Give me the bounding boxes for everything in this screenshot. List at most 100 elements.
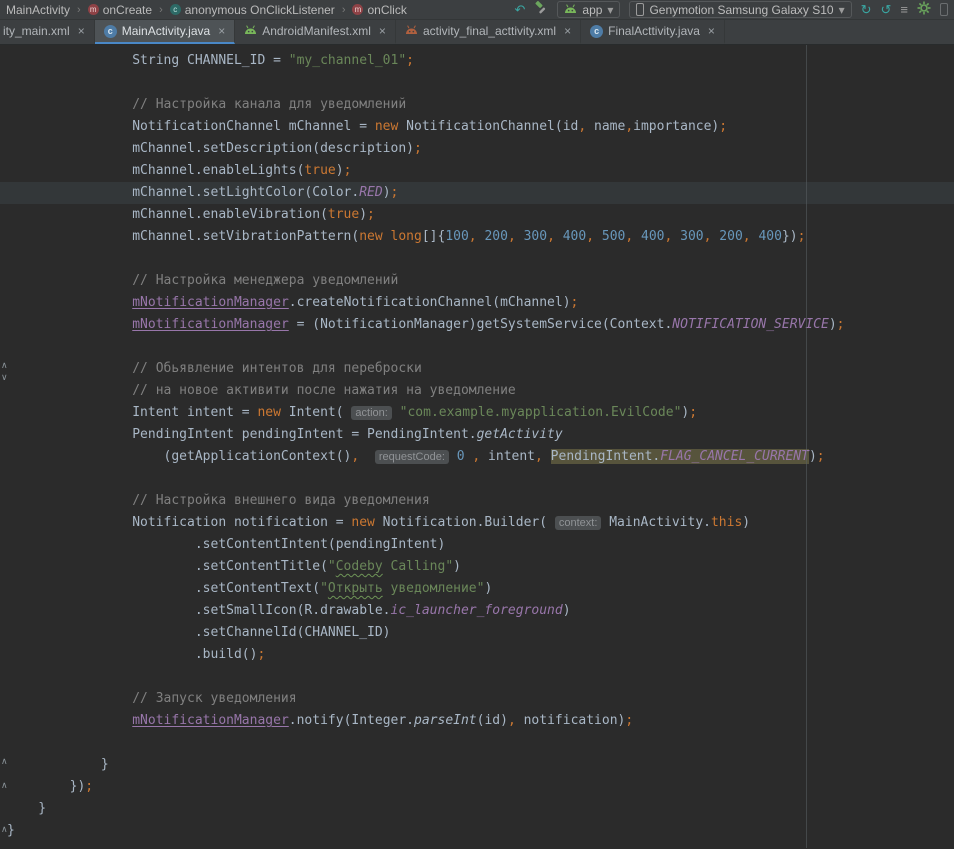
code-token: notification) (516, 713, 626, 728)
code-line[interactable]: // Настройка канала для уведомлений (0, 94, 954, 116)
run-configuration-select[interactable]: app ▾ (557, 1, 620, 18)
code-token: 100 (445, 229, 468, 244)
code-line[interactable]: mNotificationManager.notify(Integer.pars… (0, 710, 954, 732)
code-line[interactable]: mChannel.setDescription(description); (0, 138, 954, 160)
code-line[interactable]: // Настройка менеджера уведомлений (0, 270, 954, 292)
code-line[interactable]: } (0, 798, 954, 820)
code-line[interactable]: .setChannelId(CHANNEL_ID) (0, 622, 954, 644)
close-icon[interactable]: × (708, 24, 715, 38)
code-token: ) (453, 559, 461, 574)
code-token: NOTIFICATION_SERVICE (672, 317, 829, 332)
tab-finalacttivity-java[interactable]: c FinalActtivity.java × (581, 20, 725, 44)
code-token (516, 229, 524, 244)
close-icon[interactable]: × (78, 24, 85, 38)
code-line[interactable]: mChannel.enableVibration(true); (0, 204, 954, 226)
code-line[interactable] (0, 468, 954, 490)
code-token: .setSmallIcon(R.drawable. (7, 603, 391, 618)
close-icon[interactable]: × (564, 24, 571, 38)
code-line[interactable]: .setContentText("Открыть уведомление") (0, 578, 954, 600)
code-line[interactable]: .build(); (0, 644, 954, 666)
code-token: = (NotificationManager)getSystemService(… (289, 317, 673, 332)
tab-activity-final-acttivity-xml[interactable]: activity_final_acttivity.xml × (396, 20, 581, 44)
java-class-icon: c (590, 25, 603, 38)
code-token: intent (480, 449, 535, 464)
code-token: .setContentIntent(pendingIntent) (7, 537, 445, 552)
breadcrumb-oncreate[interactable]: m onCreate (88, 3, 152, 17)
fold-marker-icon[interactable]: ∨ (1, 373, 8, 382)
parameter-hint: context: (555, 516, 602, 530)
code-line[interactable]: }); (0, 776, 954, 798)
code-line[interactable] (0, 72, 954, 94)
code-line[interactable]: // Обьявление интентов для переброски (0, 358, 954, 380)
breadcrumb-anonymous-class[interactable]: c anonymous OnClickListener (170, 3, 335, 17)
toolbar-actions: ↶ app ▾ Genymotion Samsung Gala (514, 1, 948, 18)
device-select[interactable]: Genymotion Samsung Galaxy S10 ▾ (629, 1, 851, 18)
gradle-sync-icon[interactable]: ↻ (861, 3, 872, 16)
fold-marker-icon[interactable]: ∧ (1, 825, 8, 834)
avd-manager-icon[interactable] (940, 3, 948, 16)
code-token: 200 (719, 229, 742, 244)
code-token (7, 713, 132, 728)
code-line[interactable]: PendingIntent pendingIntent = PendingInt… (0, 424, 954, 446)
breadcrumb-class[interactable]: MainActivity (6, 3, 70, 17)
sdk-manager-gear-icon[interactable] (917, 1, 931, 18)
code-token: mChannel.setDescription(description) (7, 141, 414, 156)
code-line[interactable] (0, 248, 954, 270)
code-line[interactable]: } (0, 754, 954, 776)
tab-label: MainActivity.java (122, 24, 210, 38)
close-icon[interactable]: × (218, 24, 225, 38)
fold-marker-icon[interactable]: ∧ (1, 781, 8, 790)
code-line[interactable]: String CHANNEL_ID = "my_channel_01"; (0, 50, 954, 72)
code-token: 400 (641, 229, 664, 244)
tab-androidmanifest-xml[interactable]: AndroidManifest.xml × (235, 20, 396, 44)
code-line[interactable] (0, 732, 954, 754)
fold-marker-icon[interactable]: ∧ (1, 757, 8, 766)
code-line[interactable]: // Запуск уведомления (0, 688, 954, 710)
tab-activity-main-xml[interactable]: ity_main.xml × (0, 20, 95, 44)
code-token: .setChannelId(CHANNEL_ID) (7, 625, 391, 640)
method-icon: m (352, 4, 363, 15)
code-editor: String CHANNEL_ID = "my_channel_01"; // … (0, 45, 954, 848)
code-line[interactable]: // Настройка внешнего вида уведомления (0, 490, 954, 512)
code-line[interactable]: mChannel.setVibrationPattern(new long[]{… (0, 226, 954, 248)
code-token (359, 449, 375, 464)
code-token (392, 405, 400, 420)
breadcrumb-label: onCreate (103, 3, 152, 17)
code-line[interactable]: .setContentIntent(pendingIntent) (0, 534, 954, 556)
undo-icon[interactable]: ↶ (514, 3, 525, 16)
code-line[interactable] (0, 666, 954, 688)
breadcrumb-onclick[interactable]: m onClick (352, 3, 406, 17)
build-hammer-icon[interactable] (534, 1, 548, 18)
code-line[interactable]: Notification notification = new Notifica… (0, 512, 954, 534)
code-line[interactable] (0, 336, 954, 358)
code-line[interactable]: mNotificationManager = (NotificationMana… (0, 314, 954, 336)
code-line[interactable]: NotificationChannel mChannel = new Notif… (0, 116, 954, 138)
device-label: Genymotion Samsung Galaxy S10 (649, 3, 833, 17)
code-line[interactable]: mNotificationManager.createNotificationC… (0, 292, 954, 314)
attach-debugger-icon[interactable]: ↺ (881, 3, 892, 16)
chevron-down-icon: ▾ (607, 3, 613, 17)
close-icon[interactable]: × (379, 24, 386, 38)
code-token: mChannel.setLightColor(Color. (7, 185, 359, 200)
code-line[interactable]: // на новое активити после нажатия на ув… (0, 380, 954, 402)
code-line[interactable]: .setContentTitle("Codeby Calling") (0, 556, 954, 578)
code-line[interactable]: mChannel.setLightColor(Color.RED); (0, 182, 954, 204)
code-token: ) (484, 581, 492, 596)
code-line[interactable]: } (0, 820, 954, 842)
chevron-right-icon: › (159, 4, 163, 16)
method-icon: m (88, 4, 99, 15)
code-line[interactable]: mChannel.enableLights(true); (0, 160, 954, 182)
code-token: long (391, 229, 422, 244)
code-line[interactable]: (getApplicationContext(), requestCode: 0… (0, 446, 954, 468)
code-line[interactable]: .setSmallIcon(R.drawable.ic_launcher_for… (0, 600, 954, 622)
code-token: , (508, 713, 516, 728)
code-token: ; (344, 163, 352, 178)
breadcrumb-label: anonymous OnClickListener (185, 3, 335, 17)
tab-mainactivity-java[interactable]: c MainActivity.java × (95, 20, 236, 44)
code-line[interactable]: Intent intent = new Intent( action: "com… (0, 402, 954, 424)
code-token: String CHANNEL_ID = (7, 53, 289, 68)
logcat-icon[interactable]: ≡ (900, 3, 908, 16)
fold-marker-icon[interactable]: ∧ (1, 361, 8, 370)
code-token: true (304, 163, 335, 178)
code-token: ; (85, 779, 93, 794)
